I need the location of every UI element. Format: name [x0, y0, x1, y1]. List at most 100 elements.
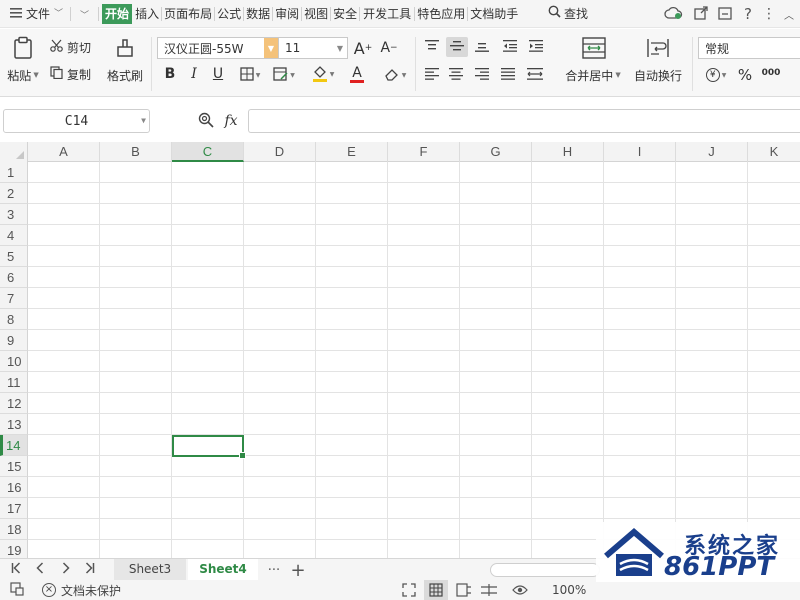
row-header-4[interactable]: 4: [0, 225, 28, 246]
number-format-select[interactable]: 常规: [698, 37, 800, 59]
next-sheet-button[interactable]: [56, 560, 76, 580]
column-header-f[interactable]: F: [388, 142, 460, 162]
cut-button[interactable]: 剪切: [50, 39, 91, 55]
column-header-g[interactable]: G: [460, 142, 532, 162]
bold-button[interactable]: B: [160, 63, 180, 85]
font-color-button[interactable]: A: [342, 63, 372, 85]
formula-input[interactable]: [248, 109, 800, 133]
italic-button[interactable]: I: [184, 63, 204, 85]
row-header-5[interactable]: 5: [0, 246, 28, 267]
cloud-sync-icon[interactable]: [664, 6, 684, 23]
search-button[interactable]: 查找: [544, 0, 592, 28]
file-menu[interactable]: 文件 ﹀: [0, 0, 69, 28]
align-middle-button[interactable]: [446, 37, 468, 57]
row-header-7[interactable]: 7: [0, 288, 28, 309]
reading-mode-icon[interactable]: [480, 583, 498, 600]
align-center-button[interactable]: [446, 65, 466, 85]
row-header-3[interactable]: 3: [0, 204, 28, 225]
tab-doc-assistant[interactable]: 文档助手: [469, 0, 519, 28]
column-header-c[interactable]: C: [172, 142, 244, 162]
percent-button[interactable]: %: [734, 65, 756, 85]
column-header-a[interactable]: A: [28, 142, 100, 162]
row-header-17[interactable]: 17: [0, 498, 28, 519]
tab-insert[interactable]: 插入: [134, 0, 160, 28]
tab-home[interactable]: 开始: [102, 3, 133, 24]
tab-view[interactable]: 视图: [303, 0, 329, 28]
row-header-13[interactable]: 13: [0, 414, 28, 435]
zoom-formula-button[interactable]: [196, 111, 216, 131]
borders-button[interactable]: ▼: [236, 65, 264, 85]
normal-view-icon[interactable]: [424, 580, 448, 600]
row-header-18[interactable]: 18: [0, 519, 28, 540]
align-right-button[interactable]: [472, 65, 492, 85]
fill-color-button[interactable]: ▼: [308, 63, 338, 85]
horizontal-scrollbar[interactable]: [490, 563, 600, 577]
zoom-level[interactable]: 100%: [552, 583, 586, 597]
row-header-6[interactable]: 6: [0, 267, 28, 288]
wrap-text-button[interactable]: [642, 35, 674, 63]
last-sheet-button[interactable]: [80, 560, 100, 580]
font-grow-button[interactable]: A +: [352, 37, 374, 59]
row-header-1[interactable]: 1: [0, 162, 28, 183]
paste-button[interactable]: [6, 35, 40, 63]
column-header-d[interactable]: D: [244, 142, 316, 162]
clear-format-button[interactable]: ▼: [380, 65, 410, 85]
quick-access-dropdown[interactable]: ﹀: [72, 0, 97, 28]
fullscreen-icon[interactable]: [402, 583, 416, 600]
column-header-b[interactable]: B: [100, 142, 172, 162]
insert-function-button[interactable]: fx: [220, 111, 242, 131]
currency-button[interactable]: ¥ ▼: [702, 65, 730, 85]
name-box[interactable]: C14 ▼: [3, 109, 150, 133]
row-header-2[interactable]: 2: [0, 183, 28, 204]
row-header-11[interactable]: 11: [0, 372, 28, 393]
tab-data[interactable]: 数据: [245, 0, 271, 28]
row-header-16[interactable]: 16: [0, 477, 28, 498]
sheet-tab-sheet4[interactable]: Sheet4: [188, 559, 258, 581]
merge-center-button[interactable]: [578, 35, 610, 63]
row-header-12[interactable]: 12: [0, 393, 28, 414]
thousands-separator-button[interactable]: 000: [760, 63, 782, 83]
protection-status[interactable]: × 文档未保护: [42, 582, 121, 599]
row-header-14[interactable]: 14: [0, 435, 28, 456]
prev-sheet-button[interactable]: [30, 560, 50, 580]
tab-page-layout[interactable]: 页面布局: [163, 0, 213, 28]
paste-dropdown[interactable]: 粘贴 ▼: [4, 67, 42, 83]
underline-button[interactable]: U: [208, 63, 228, 85]
decrease-indent-button[interactable]: [500, 37, 520, 57]
row-header-15[interactable]: 15: [0, 456, 28, 477]
font-name-select[interactable]: 汉仪正圆-55W ▼: [157, 37, 279, 59]
increase-indent-button[interactable]: [526, 37, 546, 57]
font-size-select[interactable]: 11 ▼: [278, 37, 348, 59]
row-header-19[interactable]: 19: [0, 540, 28, 558]
align-top-button[interactable]: [422, 37, 442, 57]
align-left-button[interactable]: [422, 65, 442, 85]
row-header-8[interactable]: 8: [0, 309, 28, 330]
format-painter-button[interactable]: [108, 35, 142, 63]
eye-protection-icon[interactable]: [512, 583, 528, 600]
cell-area[interactable]: [28, 162, 800, 558]
font-shrink-button[interactable]: A −: [378, 37, 400, 59]
tab-security[interactable]: 安全: [332, 0, 358, 28]
row-header-9[interactable]: 9: [0, 330, 28, 351]
align-bottom-button[interactable]: [472, 37, 492, 57]
cell-style-button[interactable]: ▼: [270, 65, 298, 85]
add-sheet-button[interactable]: +: [288, 560, 308, 581]
tab-features[interactable]: 特色应用: [416, 0, 466, 28]
distributed-align-button[interactable]: [524, 65, 546, 85]
more-options-icon[interactable]: ⋮: [762, 6, 776, 22]
chevron-up-icon[interactable]: ︿: [784, 7, 794, 22]
merge-center-dropdown[interactable]: 合并居中 ▼: [562, 67, 624, 83]
column-header-h[interactable]: H: [532, 142, 604, 162]
page-break-view-icon[interactable]: [456, 583, 472, 600]
select-all-corner[interactable]: [0, 142, 28, 162]
first-sheet-button[interactable]: [6, 560, 26, 580]
layout-icon[interactable]: [10, 581, 24, 599]
column-header-e[interactable]: E: [316, 142, 388, 162]
row-header-10[interactable]: 10: [0, 351, 28, 372]
collaborate-icon[interactable]: [718, 6, 734, 23]
help-icon[interactable]: ?: [744, 5, 752, 23]
more-sheets-button[interactable]: ···: [262, 560, 286, 580]
tab-formulas[interactable]: 公式: [216, 0, 242, 28]
share-icon[interactable]: [694, 5, 708, 23]
tab-review[interactable]: 审阅: [274, 0, 300, 28]
